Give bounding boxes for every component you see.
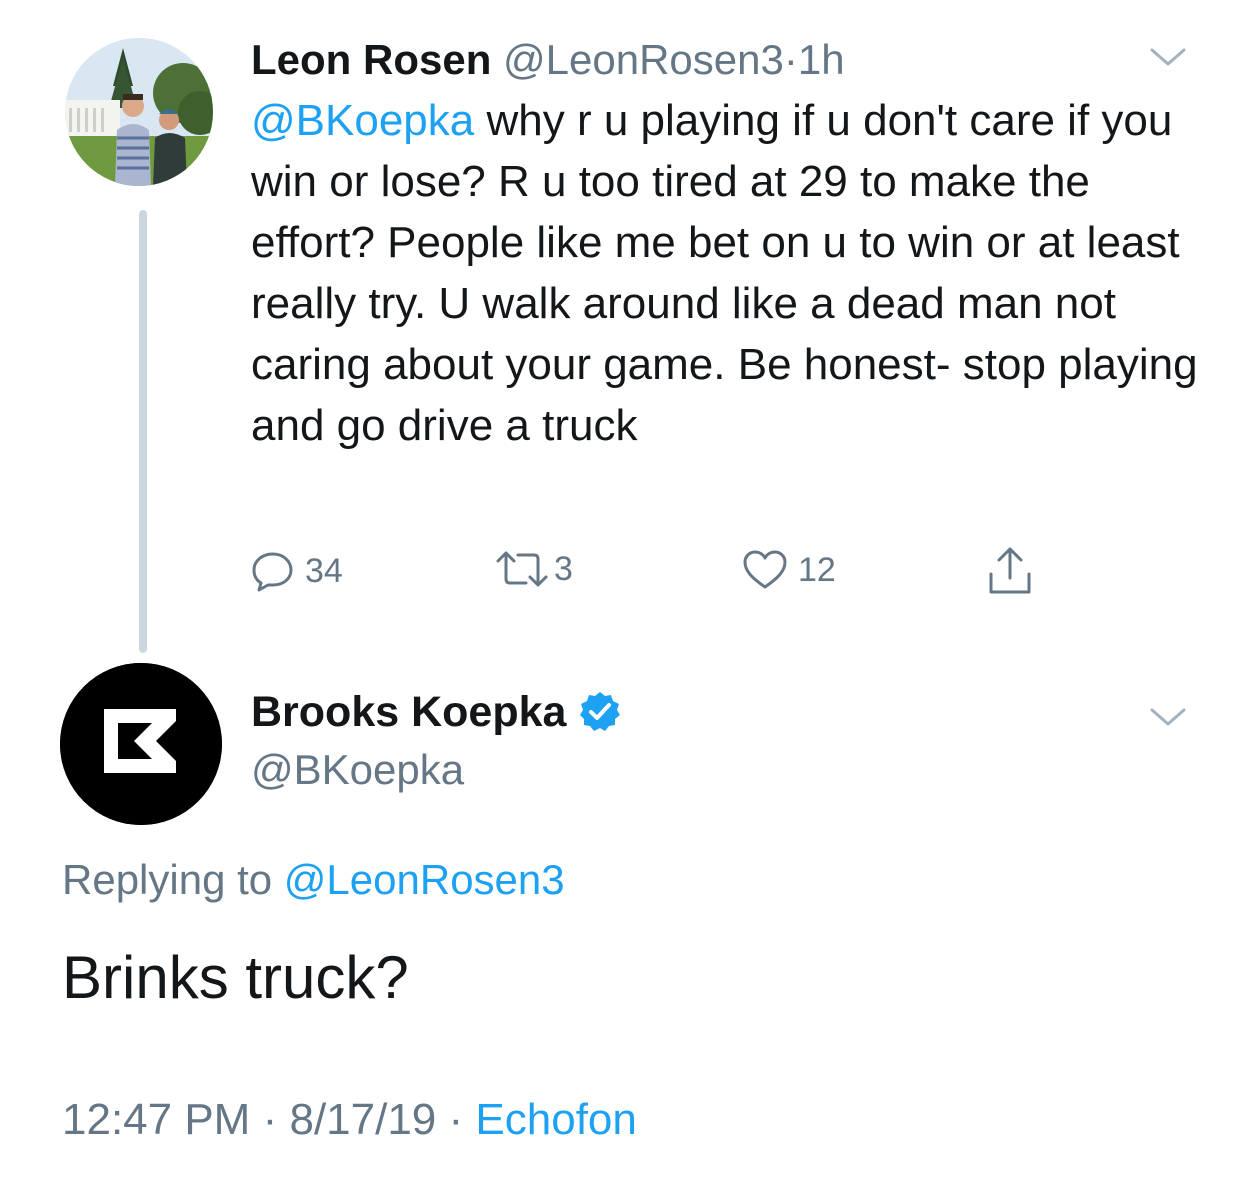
like-button[interactable]: 12 xyxy=(742,549,836,591)
tweet-date[interactable]: 8/17/19 xyxy=(289,1095,436,1144)
replying-handle-link[interactable]: @LeonRosen3 xyxy=(284,856,565,903)
footer-separator-1: · xyxy=(262,1095,278,1144)
share-button[interactable] xyxy=(987,546,1033,596)
reply-author-name[interactable]: Brooks Koepka xyxy=(251,686,566,738)
speech-bubble-icon xyxy=(252,552,293,592)
retweet-icon xyxy=(496,551,548,587)
reply-menu-button[interactable] xyxy=(1148,706,1188,730)
author-handle[interactable]: @LeonRosen3 xyxy=(503,36,784,83)
tweet-text: @BKoepka why r u playing if u don't care… xyxy=(251,90,1211,456)
leon-rosen-avatar[interactable] xyxy=(65,38,213,186)
verified-badge-icon xyxy=(580,692,621,731)
reply-author-handle[interactable]: @BKoepka xyxy=(251,744,464,796)
meta-separator: · xyxy=(783,36,798,83)
reply-author-row: Brooks Koepka xyxy=(251,686,622,738)
profile-photo-icon xyxy=(65,38,213,186)
tweet-source-link[interactable]: Echofon xyxy=(475,1095,636,1144)
tweet-timestamp[interactable]: 12:47 PM xyxy=(62,1095,250,1144)
bk-logo-icon xyxy=(60,663,222,825)
tweet-menu-button[interactable] xyxy=(1148,46,1188,70)
tweet-footer: 12:47 PM · 8/17/19 · Echofon xyxy=(62,1092,637,1148)
reply-button[interactable]: 34 xyxy=(251,549,343,593)
heart-icon xyxy=(743,550,787,589)
retweet-count: 3 xyxy=(554,550,573,588)
chevron-down-icon xyxy=(1150,708,1186,726)
thread-connector-line xyxy=(139,210,147,653)
chevron-down-icon xyxy=(1150,48,1186,66)
brooks-koepka-avatar[interactable] xyxy=(60,663,222,825)
tweet-body-text: why r u playing if u don't care if you w… xyxy=(251,96,1198,450)
share-icon xyxy=(989,547,1031,594)
replying-to: Replying to @LeonRosen3 xyxy=(62,854,565,906)
tweet-time[interactable]: 1h xyxy=(798,36,845,83)
author-name[interactable]: Leon Rosen xyxy=(251,36,491,83)
replying-label: Replying to xyxy=(62,856,273,903)
retweet-button[interactable]: 3 xyxy=(494,549,573,589)
reply-text: Brinks truck? xyxy=(62,944,409,1011)
reply-count: 34 xyxy=(305,552,343,590)
mention-link[interactable]: @BKoepka xyxy=(251,96,474,145)
like-count: 12 xyxy=(798,551,836,589)
footer-separator-2: · xyxy=(448,1095,464,1144)
tweet-header: Leon Rosen @LeonRosen3·1h xyxy=(251,34,845,86)
